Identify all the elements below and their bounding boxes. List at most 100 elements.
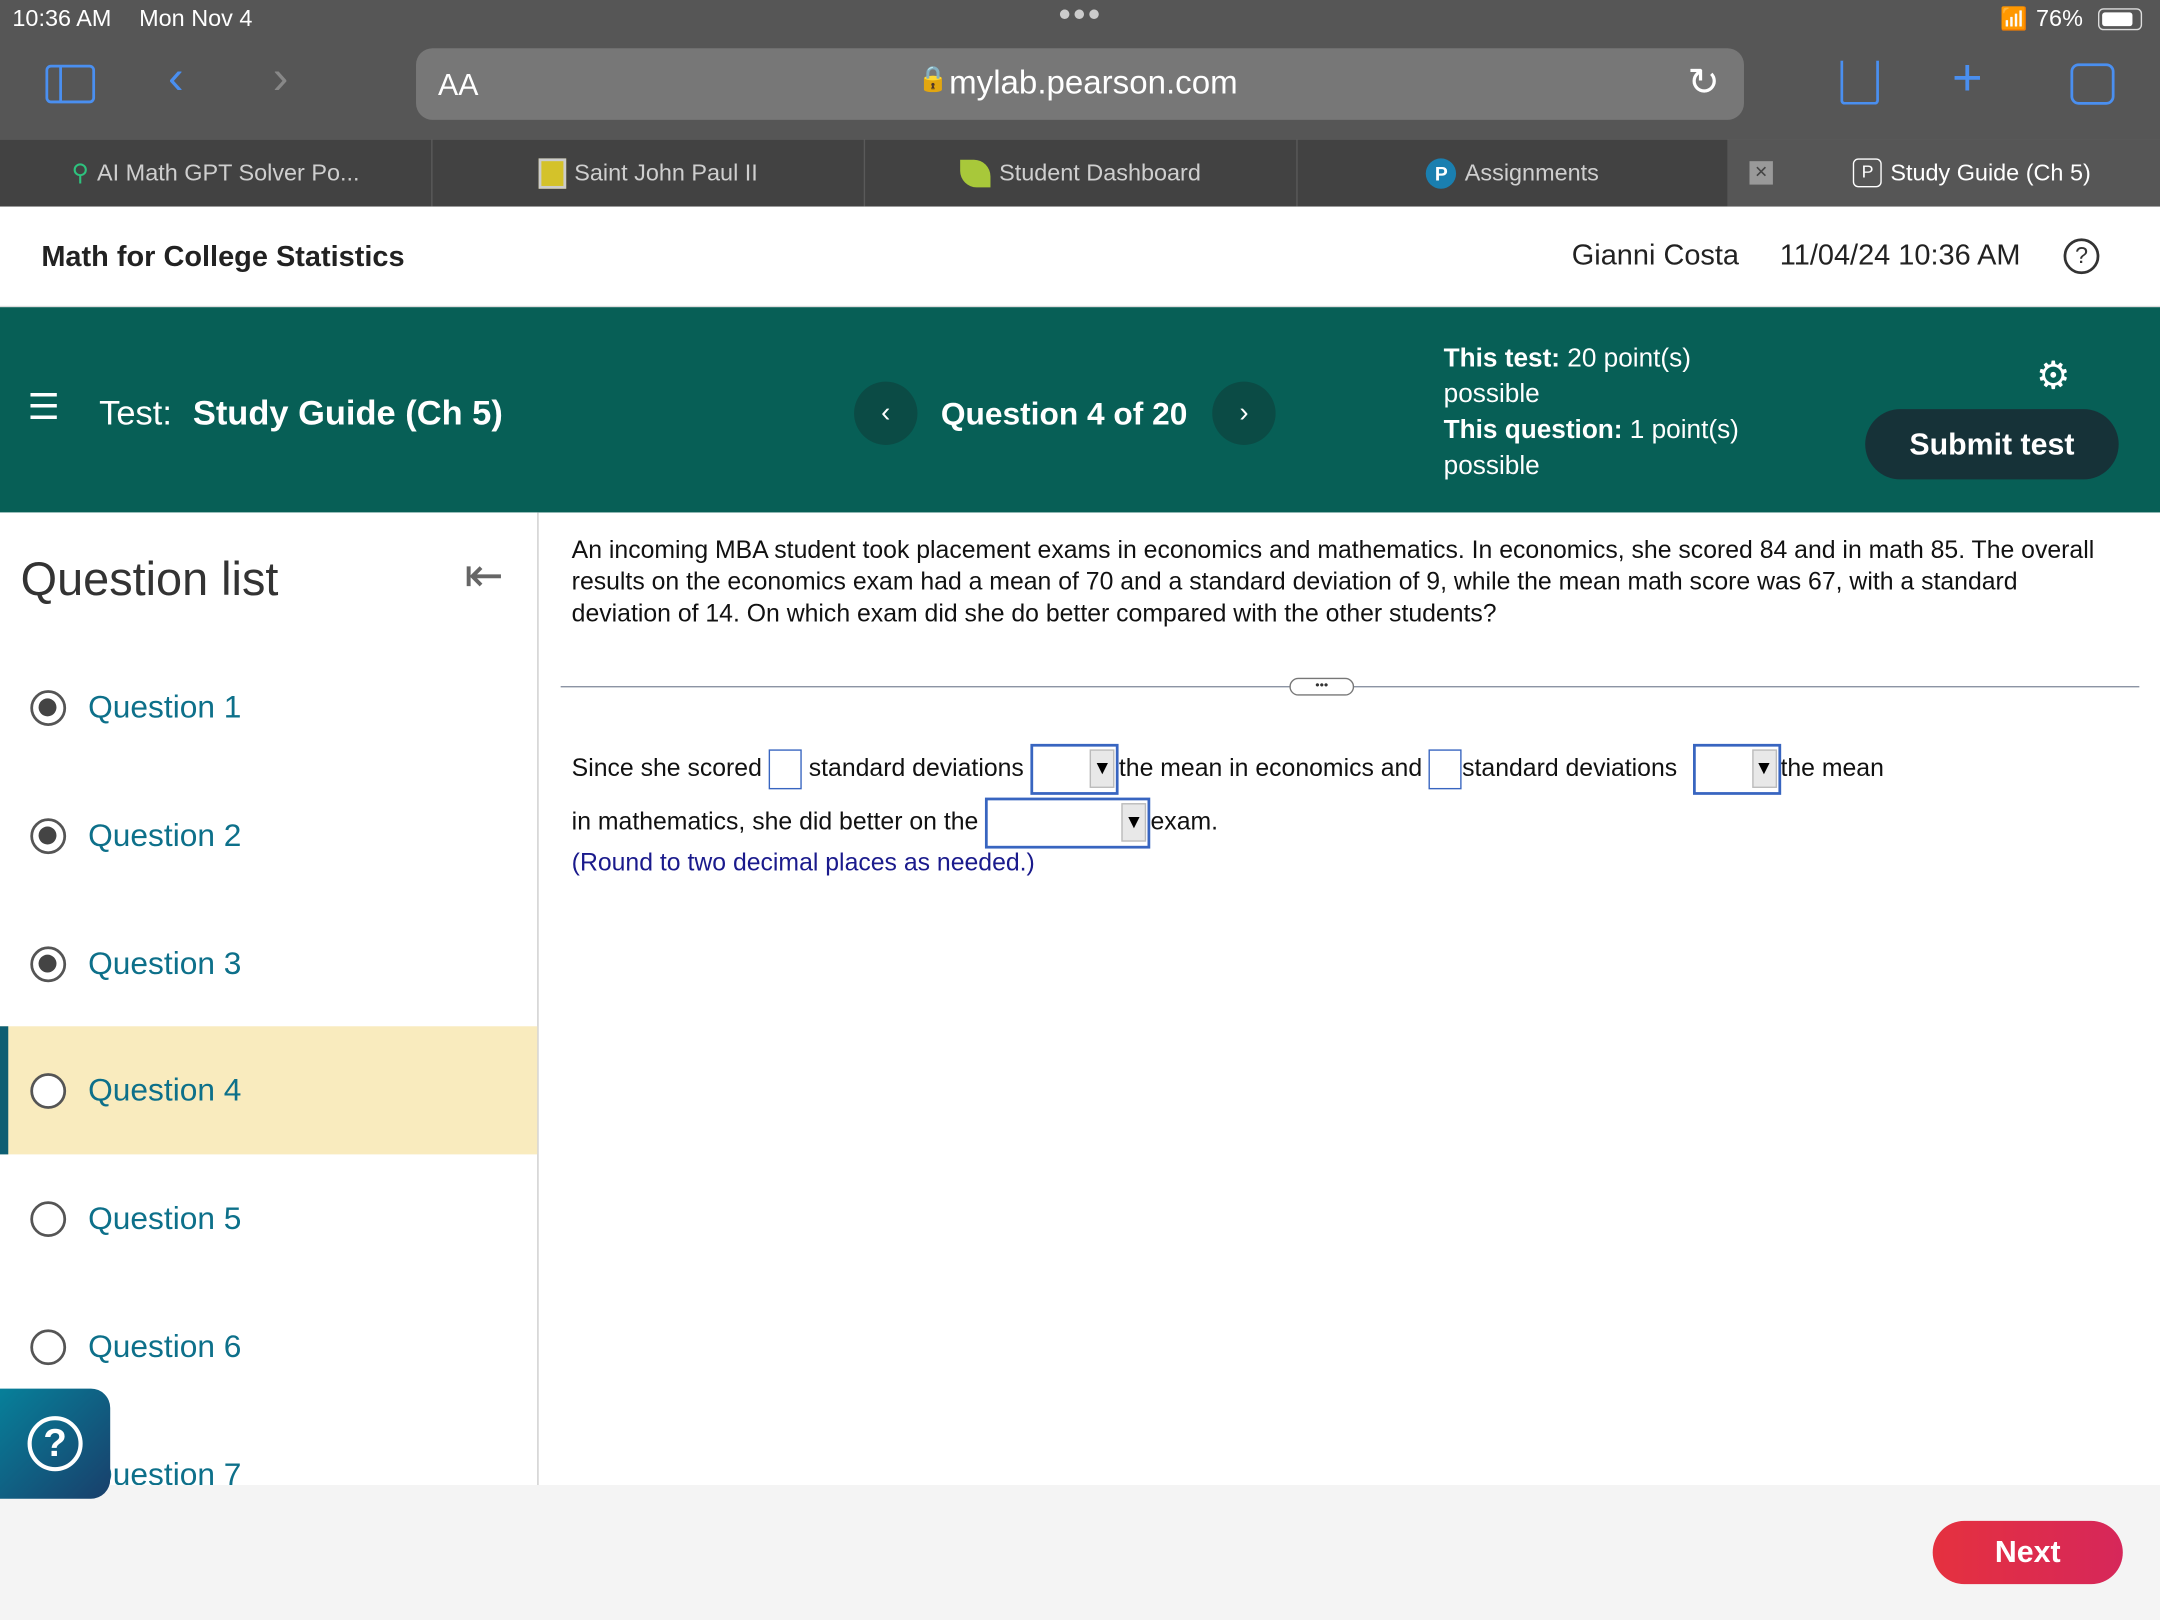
tab-ai-math[interactable]: ⚲ AI Math GPT Solver Po... <box>0 139 433 207</box>
forward-icon[interactable]: › <box>273 52 289 106</box>
address-bar[interactable]: AA 🔒 mylab.pearson.com ↻ <box>416 48 1744 120</box>
status-time: 10:36 AM <box>12 5 112 32</box>
multitask-dots-icon[interactable]: ●●● <box>1058 3 1102 28</box>
math-direction-select[interactable]: ▼ <box>1692 743 1781 795</box>
answer-line-1: Since she scored standard deviations ▼ th… <box>571 743 1884 795</box>
answer-text: exam. <box>1150 807 1219 836</box>
tab-student-dashboard[interactable]: Student Dashboard <box>865 139 1298 207</box>
answer-text: in mathematics, she did better on the <box>571 807 979 836</box>
question-item-3[interactable]: Question 3 <box>0 900 537 1028</box>
this-test-value: 20 point(s) <box>1567 344 1691 374</box>
resize-handle[interactable]: ••• <box>1289 677 1355 696</box>
math-z-input[interactable] <box>1429 749 1463 790</box>
econ-direction-select[interactable]: ▼ <box>1030 743 1119 795</box>
back-icon[interactable]: ‹ <box>168 52 184 106</box>
collapse-panel-icon[interactable]: ⇤ <box>464 548 503 603</box>
tab-label: Student Dashboard <box>999 159 1201 186</box>
sidebar-toggle-icon[interactable] <box>45 64 96 104</box>
pearson-p-icon: P <box>1426 157 1457 189</box>
answer-text: standard deviations <box>808 753 1024 782</box>
browser-toolbar: 10:36 AM Mon Nov 4 ●●● 📶 76% ‹ › AA 🔒 my… <box>0 0 2160 140</box>
question-item-2[interactable]: Question 2 <box>0 771 537 899</box>
answered-radio-icon <box>30 689 67 726</box>
this-question-value: 1 point(s) <box>1629 416 1739 445</box>
question-label: Question 5 <box>88 1199 242 1236</box>
question-label: Question 2 <box>88 816 242 853</box>
this-test-label: This test: <box>1443 344 1561 374</box>
possible-text: possible <box>1443 380 1540 410</box>
answered-radio-icon <box>30 817 67 854</box>
answered-radio-icon <box>30 945 67 982</box>
unanswered-radio-icon <box>30 1328 67 1365</box>
question-item-1[interactable]: Question 1 <box>0 643 537 771</box>
new-tab-icon[interactable]: + <box>1952 50 1983 109</box>
tab-label: Assignments <box>1464 159 1599 186</box>
datetime: 11/04/24 10:36 AM <box>1779 239 2021 272</box>
help-button[interactable]: ? <box>0 1388 111 1499</box>
app-header: Math for College Statistics Gianni Costa… <box>0 206 2160 308</box>
dropdown-arrow-icon: ▼ <box>1751 749 1777 788</box>
tab-study-guide[interactable]: ✕ P Study Guide (Ch 5) <box>1728 139 2160 207</box>
question-list-title: Question list <box>20 553 279 607</box>
rounding-hint: (Round to two decimal places as needed.) <box>571 848 1035 877</box>
tab-label: Saint John Paul II <box>574 159 758 186</box>
answer-text: the mean <box>1780 753 1884 782</box>
close-tab-icon[interactable]: ✕ <box>1749 161 1773 185</box>
question-list-panel: Question list ⇤ Question 1 Question 2 Qu… <box>0 512 539 1493</box>
answer-line-2: in mathematics, she did better on the ▼ e… <box>571 797 1219 849</box>
question-item-4[interactable]: Question 4 <box>0 1026 538 1155</box>
dropdown-arrow-icon: ▼ <box>1121 803 1147 842</box>
previous-question-button[interactable]: ‹ <box>854 381 918 445</box>
test-bar: ☰ Test: Study Guide (Ch 5) ‹ Question 4 … <box>0 307 2160 513</box>
question-area: An incoming MBA student took placement e… <box>540 512 2160 1485</box>
better-exam-select[interactable]: ▼ <box>985 797 1151 849</box>
answer-text: the mean in economics and <box>1118 753 1423 782</box>
question-label: Question 4 <box>88 1071 242 1108</box>
unanswered-radio-icon <box>30 1072 67 1109</box>
next-question-button[interactable]: › <box>1212 381 1276 445</box>
tab-label: AI Math GPT Solver Po... <box>97 159 360 186</box>
question-counter: Question 4 of 20 <box>940 395 1188 432</box>
question-label: Question 6 <box>88 1327 242 1364</box>
submit-test-button[interactable]: Submit test <box>1865 409 2119 480</box>
tab-assignments[interactable]: P Assignments <box>1298 139 1729 207</box>
unanswered-radio-icon <box>30 1200 67 1237</box>
answer-text: Since she scored <box>571 753 762 782</box>
question-mark-icon: ? <box>27 1416 83 1472</box>
points-info: This test: 20 point(s) possible This que… <box>1444 342 1739 485</box>
lock-icon: 🔒 <box>917 64 949 93</box>
browser-tab-bar: ⚲ AI Math GPT Solver Po... Saint John Pau… <box>0 139 2160 207</box>
pearson-p-icon: P <box>1853 158 1883 188</box>
possible-text: possible <box>1443 451 1540 481</box>
user-name: Gianni Costa <box>1571 239 1740 272</box>
this-question-label: This question: <box>1443 416 1623 445</box>
question-text: An incoming MBA student took placement e… <box>571 535 2095 627</box>
url-text[interactable]: mylab.pearson.com <box>949 65 1238 104</box>
wifi-icon: 📶 <box>2000 8 2028 32</box>
tabs-overview-icon[interactable] <box>2070 63 2115 105</box>
course-title: Math for College Statistics <box>41 241 405 273</box>
test-prefix: Test: <box>99 393 172 433</box>
question-item-5[interactable]: Question 5 <box>0 1154 537 1282</box>
settings-gear-icon[interactable]: ⚙ <box>2036 353 2071 398</box>
battery-percent: 76% <box>2036 5 2083 32</box>
question-label: Question 1 <box>88 688 242 725</box>
question-label: Question 3 <box>88 944 242 981</box>
tab-saint-john-paul[interactable]: Saint John Paul II <box>433 139 866 207</box>
footer-bar: Next <box>0 1484 2160 1620</box>
share-icon[interactable] <box>1840 60 1879 105</box>
menu-icon[interactable]: ☰ <box>28 388 60 424</box>
school-crest-icon <box>538 157 566 189</box>
status-date: Mon Nov 4 <box>139 5 253 32</box>
leaf-icon <box>960 159 991 187</box>
text-size-button[interactable]: AA <box>438 67 478 103</box>
reload-icon[interactable]: ↻ <box>1687 59 1719 104</box>
test-name: Study Guide (Ch 5) <box>192 393 503 433</box>
next-button[interactable]: Next <box>1932 1520 2123 1585</box>
econ-z-input[interactable] <box>768 749 802 790</box>
tab-label: Study Guide (Ch 5) <box>1890 159 2091 186</box>
help-icon[interactable]: ? <box>2063 238 2100 275</box>
compass-logo-icon: ⚲ <box>71 159 89 186</box>
battery-icon <box>2098 8 2143 31</box>
answer-text: standard deviations <box>1462 753 1678 782</box>
